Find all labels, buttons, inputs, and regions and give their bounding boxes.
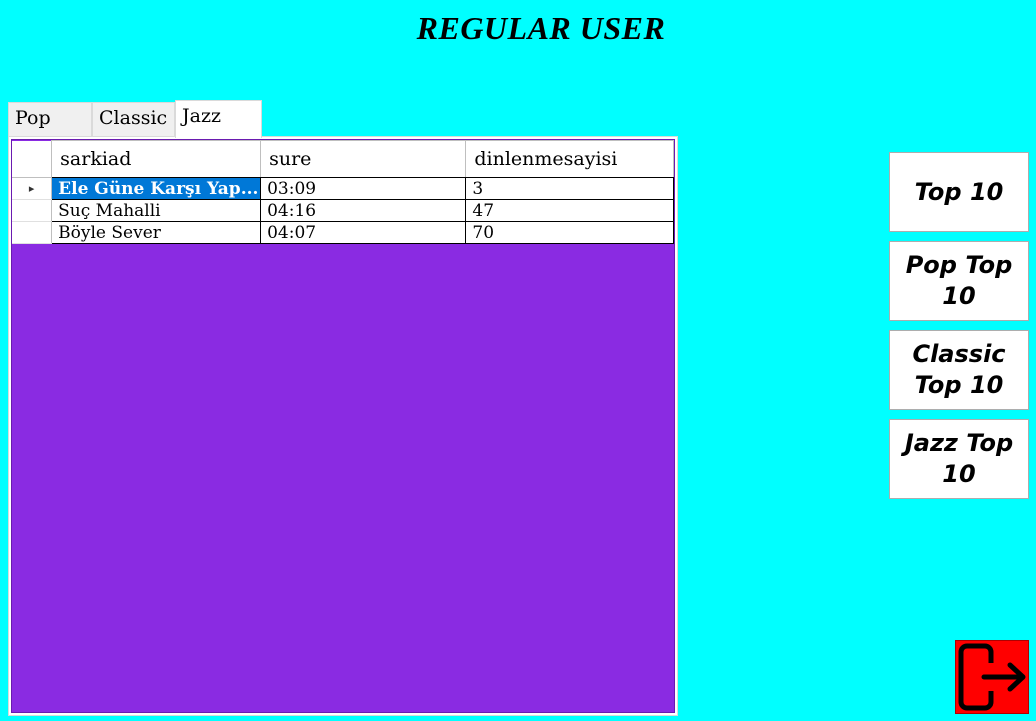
row-header-current-arrow-icon[interactable]: ▸ xyxy=(12,177,53,200)
column-header-dinlenmesayisi[interactable]: dinlenmesayisi xyxy=(465,140,674,178)
cell-sarkiad[interactable]: Ele Güne Karşı Yap... xyxy=(51,177,262,200)
cell-dinlenmesayisi[interactable]: 70 xyxy=(465,221,674,244)
tab-classic[interactable]: Classic xyxy=(92,102,175,136)
exit-button[interactable] xyxy=(955,640,1029,714)
classic-top-10-button[interactable]: Classic Top 10 xyxy=(889,330,1029,410)
pop-top-10-button[interactable]: Pop Top 10 xyxy=(889,241,1029,321)
songs-data-grid[interactable]: sarkiad sure dinlenmesayisi ▸ Ele Güne K… xyxy=(11,139,675,713)
table-row[interactable]: Böyle Sever 04:07 70 xyxy=(12,221,674,244)
column-header-sure[interactable]: sure xyxy=(260,140,467,178)
top-10-button[interactable]: Top 10 xyxy=(889,152,1029,232)
cell-dinlenmesayisi[interactable]: 3 xyxy=(465,177,674,200)
cell-dinlenmesayisi[interactable]: 47 xyxy=(465,199,674,222)
cell-sarkiad[interactable]: Böyle Sever xyxy=(51,221,262,244)
tab-pop[interactable]: Pop xyxy=(8,102,92,136)
header-row: sarkiad sure dinlenmesayisi xyxy=(12,140,674,178)
column-header-sarkiad[interactable]: sarkiad xyxy=(51,140,262,178)
jazz-top-10-button[interactable]: Jazz Top 10 xyxy=(889,419,1029,499)
row-header[interactable] xyxy=(12,199,53,222)
cell-sure[interactable]: 03:09 xyxy=(260,177,467,200)
table-row[interactable]: Suç Mahalli 04:16 47 xyxy=(12,199,674,222)
exit-icon xyxy=(958,643,1026,711)
page-title: REGULAR USER xyxy=(416,10,666,46)
cell-sure[interactable]: 04:07 xyxy=(260,221,467,244)
cell-sure[interactable]: 04:16 xyxy=(260,199,467,222)
tab-jazz[interactable]: Jazz xyxy=(175,100,262,138)
songs-table: sarkiad sure dinlenmesayisi ▸ Ele Güne K… xyxy=(12,140,674,244)
row-header[interactable] xyxy=(12,221,53,244)
row-header-corner[interactable] xyxy=(12,140,53,178)
cell-sarkiad[interactable]: Suç Mahalli xyxy=(51,199,262,222)
tab-page-jazz: sarkiad sure dinlenmesayisi ▸ Ele Güne K… xyxy=(8,136,678,716)
table-row[interactable]: ▸ Ele Güne Karşı Yap... 03:09 3 xyxy=(12,177,674,200)
